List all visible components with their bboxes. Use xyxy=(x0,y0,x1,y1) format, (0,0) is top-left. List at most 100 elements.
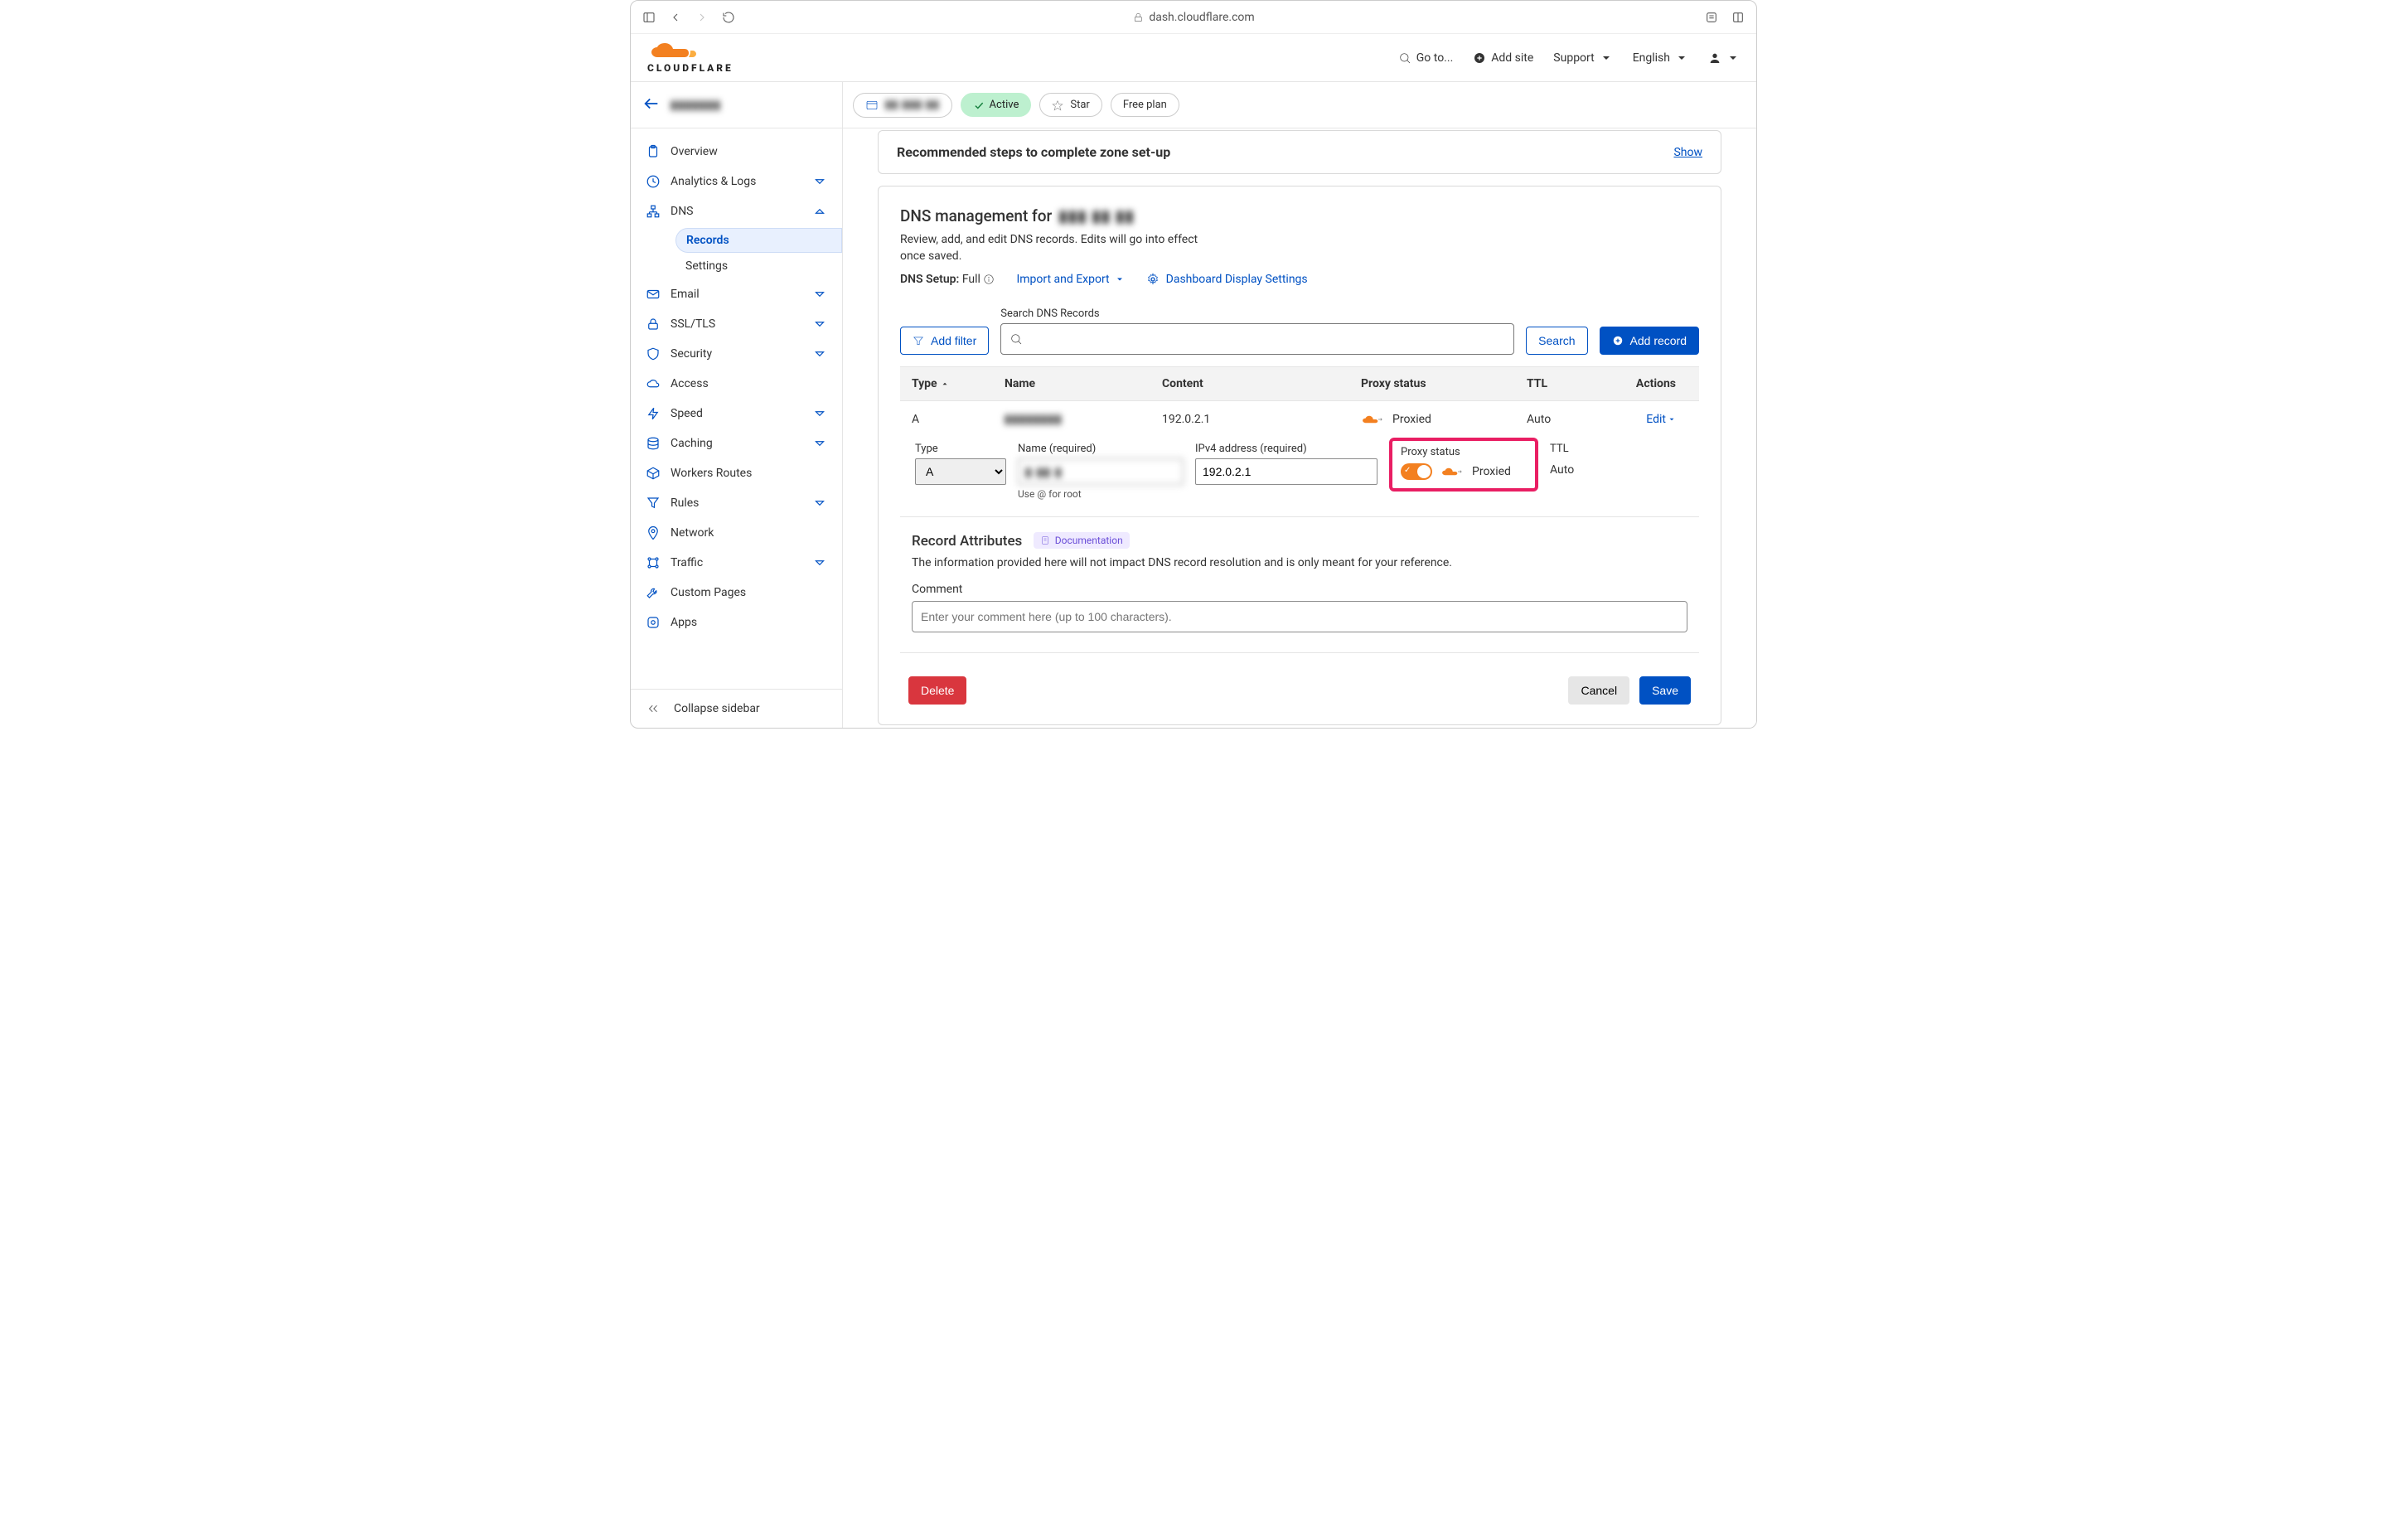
chevron-down-icon xyxy=(812,496,827,511)
col-content[interactable]: Content xyxy=(1157,377,1356,390)
chevron-down-icon xyxy=(812,406,827,421)
support-button[interactable]: Support xyxy=(1553,51,1612,65)
site-pill[interactable]: ▮▮ ▮▮▮ ▮▮ xyxy=(853,93,952,118)
sidebar-item-network[interactable]: Network xyxy=(631,518,842,548)
shield-icon xyxy=(646,346,661,361)
collapse-sidebar-button[interactable]: Collapse sidebar xyxy=(631,689,842,728)
mail-icon xyxy=(646,287,661,302)
sidebar-item-email[interactable]: Email xyxy=(631,279,842,309)
cloud-proxied-icon xyxy=(1361,414,1384,425)
edit-button[interactable]: Edit xyxy=(1646,413,1676,426)
clock-icon xyxy=(646,174,661,189)
cancel-button[interactable]: Cancel xyxy=(1568,676,1629,705)
save-button[interactable]: Save xyxy=(1639,676,1691,705)
sidebar-item-traffic[interactable]: Traffic xyxy=(631,548,842,578)
sort-asc-icon xyxy=(941,380,949,388)
add-filter-button[interactable]: Add filter xyxy=(900,327,989,355)
nav-back-icon[interactable] xyxy=(667,9,684,26)
ip-input[interactable] xyxy=(1195,458,1377,485)
language-button[interactable]: English xyxy=(1633,51,1688,65)
lock-icon xyxy=(1132,12,1144,23)
page-desc: Review, add, and edit DNS records. Edits… xyxy=(900,232,1207,264)
sidebar-toggle-icon[interactable] xyxy=(641,9,657,26)
cell-name: ▮▮▮▮▮▮▮▮ xyxy=(1000,413,1157,426)
site-name: ▮▮▮▮▮▮▮ xyxy=(671,99,721,112)
wrench-icon xyxy=(646,585,661,600)
caret-down-icon xyxy=(1675,51,1688,65)
delete-button[interactable]: Delete xyxy=(908,676,966,705)
rec-show-link[interactable]: Show xyxy=(1673,146,1702,159)
sidebar-item-custom-pages[interactable]: Custom Pages xyxy=(631,578,842,608)
cell-type: A xyxy=(900,413,1000,426)
reader-icon[interactable] xyxy=(1703,9,1720,26)
window-icon xyxy=(865,99,879,112)
sidebar-item-ssl-tls[interactable]: SSL/TLS xyxy=(631,309,842,339)
sidebar-item-dns[interactable]: DNS xyxy=(631,196,842,226)
layers-icon xyxy=(646,436,661,451)
proxy-toggle[interactable]: ✓ xyxy=(1401,463,1432,480)
chevron-up-icon xyxy=(812,204,827,219)
nav-reload-icon[interactable] xyxy=(720,9,737,26)
sidebar-item-overview[interactable]: Overview xyxy=(631,137,842,167)
caret-down-icon xyxy=(1115,274,1125,284)
comment-input[interactable] xyxy=(912,601,1687,632)
chevron-down-icon xyxy=(812,436,827,451)
lock-icon xyxy=(646,317,661,332)
sidebar-item-records[interactable]: Records xyxy=(675,228,842,253)
col-actions: Actions xyxy=(1621,377,1694,390)
sidebar-item-caching[interactable]: Caching xyxy=(631,429,842,458)
attrs-title: Record Attributes xyxy=(912,533,1022,550)
workers-icon xyxy=(646,466,661,481)
add-site-button[interactable]: Add site xyxy=(1473,51,1533,65)
sidebar-item-speed[interactable]: Speed xyxy=(631,399,842,429)
goto-button[interactable]: Go to... xyxy=(1398,51,1454,65)
funnel-icon xyxy=(646,496,661,511)
info-icon[interactable] xyxy=(983,274,995,285)
sidebar-item-workers-routes[interactable]: Workers Routes xyxy=(631,458,842,488)
cell-ttl: Auto xyxy=(1522,413,1621,426)
search-button[interactable]: Search xyxy=(1526,327,1587,355)
check-icon xyxy=(973,99,985,111)
attrs-desc: The information provided here will not i… xyxy=(912,556,1687,569)
sidebar-item-apps[interactable]: Apps xyxy=(631,608,842,637)
cloudflare-logo[interactable]: CLOUDFLARE xyxy=(647,42,734,74)
search-input[interactable] xyxy=(1000,323,1514,355)
page-title: DNS management for ▮▮▮ ▮▮ ▮▮ xyxy=(900,206,1699,225)
col-name[interactable]: Name xyxy=(1000,377,1157,390)
name-help: Use @ for root xyxy=(1018,488,1184,500)
table-row: A ▮▮▮▮▮▮▮▮ 192.0.2.1 Proxied Auto Edit xyxy=(900,401,1699,438)
sidebar-item-analytics-logs[interactable]: Analytics & Logs xyxy=(631,167,842,196)
name-input[interactable] xyxy=(1018,458,1184,485)
doc-link[interactable]: Documentation xyxy=(1034,532,1130,549)
rec-title: Recommended steps to complete zone set-u… xyxy=(897,144,1170,160)
app-icon xyxy=(646,615,661,630)
back-to-sites-button[interactable] xyxy=(642,94,661,116)
caret-down-icon xyxy=(1726,51,1740,65)
filter-icon xyxy=(913,335,924,346)
plan-badge[interactable]: Free plan xyxy=(1111,93,1179,117)
add-record-button[interactable]: Add record xyxy=(1600,327,1699,355)
col-proxy[interactable]: Proxy status xyxy=(1356,377,1522,390)
col-type[interactable]: Type xyxy=(900,377,1000,390)
sidebar-item-security[interactable]: Security xyxy=(631,339,842,369)
sidebar-item-settings[interactable]: Settings xyxy=(675,254,842,278)
gear-icon xyxy=(1146,273,1160,286)
type-select[interactable]: A xyxy=(915,458,1006,485)
tabs-icon[interactable] xyxy=(1730,9,1746,26)
url-text: dash.cloudflare.com xyxy=(1149,11,1254,24)
col-ttl[interactable]: TTL xyxy=(1522,377,1621,390)
chevron-down-icon xyxy=(812,555,827,570)
display-settings-button[interactable]: Dashboard Display Settings xyxy=(1146,273,1308,286)
chevron-down-icon xyxy=(812,287,827,302)
bolt-icon xyxy=(646,406,661,421)
sidebar-item-rules[interactable]: Rules xyxy=(631,488,842,518)
plus-circle-icon xyxy=(1473,51,1486,65)
star-button[interactable]: Star xyxy=(1039,93,1102,117)
import-export-button[interactable]: Import and Export xyxy=(1016,273,1124,286)
sitemap-icon xyxy=(646,204,661,219)
user-icon xyxy=(1708,51,1721,65)
user-menu[interactable] xyxy=(1708,51,1740,65)
type-label: Type xyxy=(915,443,1006,455)
sidebar-item-access[interactable]: Access xyxy=(631,369,842,399)
chevron-down-icon xyxy=(812,346,827,361)
